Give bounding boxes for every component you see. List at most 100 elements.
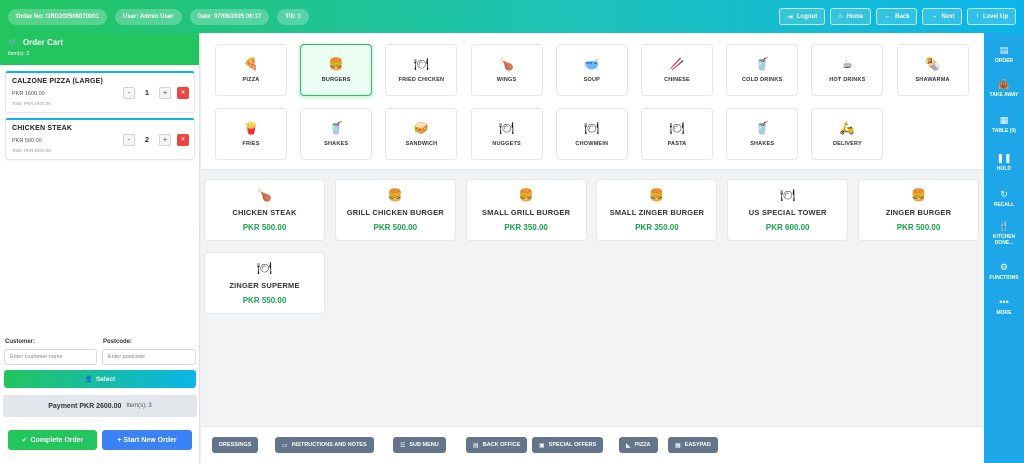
logout-button[interactable]: ⇥ Logout [779, 8, 826, 25]
dressings-button[interactable]: DRESSINGS [212, 437, 259, 453]
pizza-icon: ◣ [626, 442, 631, 449]
remove-item-button[interactable]: × [177, 134, 189, 146]
product-card[interactable]: 🍔 ZINGER BURGER PKR 500.00 [858, 179, 979, 241]
sidebar-functions-button[interactable]: ⚙ FUNCTIONS [984, 262, 1024, 281]
decrease-quantity-button[interactable]: - [123, 134, 135, 146]
product-card[interactable]: 🍽 ZINGER SUPERME PKR 550.00 [204, 252, 325, 314]
back-button[interactable]: ← Back [876, 8, 918, 25]
category-pasta[interactable]: 🍽 PASTA [641, 108, 713, 160]
product-price: PKR 500.00 [373, 223, 418, 232]
category-soup[interactable]: 🥣 SOUP [555, 44, 628, 96]
special-offers-label: SPECIAL OFFERS [548, 442, 597, 448]
instructions-and-notes-button[interactable]: ▭ INSTRUCTIONS AND NOTES [275, 437, 374, 453]
next-button[interactable]: → Next [922, 8, 963, 25]
level-up-button[interactable]: ↑ Level Up [967, 8, 1016, 25]
product-name: ZINGER SUPERME [229, 281, 300, 290]
select-customer-button[interactable]: 👤 Select [4, 370, 196, 388]
product-price: PKR 550.00 [242, 296, 287, 305]
check-circle-icon: ✔ [21, 437, 28, 444]
category-fried-chicken[interactable]: 🍽 FRIED CHICKEN [385, 44, 458, 96]
decrease-quantity-button[interactable]: - [123, 87, 135, 99]
home-label: Home [846, 13, 864, 20]
cart-item-total: Total: PKR 1600.00 [12, 101, 51, 106]
product-card[interactable]: 🍽 US SPECIAL TOWER PKR 600.00 [727, 179, 849, 241]
product-price: PKR 350.00 [635, 223, 679, 232]
product-card[interactable]: 🍗 CHICKEN STEAK PKR 500.00 [204, 179, 325, 241]
product-grid: 🍗 CHICKEN STEAK PKR 500.00 🍔 GRILL CHICKEN B… [201, 171, 984, 426]
product-price: PKR 500.00 [896, 223, 941, 232]
complete-order-label: Complete Order [30, 436, 84, 444]
sandwich-icon: 🥪 [413, 121, 429, 135]
logout-icon: ⇥ [787, 13, 793, 21]
product-card[interactable]: 🍔 SMALL ZINGER BURGER PKR 350.00 [596, 179, 718, 241]
top-bar: Order No: ORD202508070001 User: Admin Us… [0, 0, 1024, 33]
user-icon: 👤 [84, 376, 93, 383]
category-shakes[interactable]: 🥤 SHAKES [300, 108, 373, 160]
logout-label: Logout [796, 13, 818, 20]
next-label: Next [941, 13, 955, 20]
category-chinese[interactable]: 🥢 CHINESE [641, 44, 713, 96]
payment-item-count: Item(s): 3 [126, 403, 152, 409]
category-label: BURGERS [321, 77, 351, 83]
sidebar-more-button[interactable]: ••• MORE [984, 297, 1024, 316]
bottom-toolbar: DRESSINGS ▭ INSTRUCTIONS AND NOTES ☰ SUB MEN… [201, 426, 984, 463]
cart-item[interactable]: CHICKEN STEAK PKR 500.00 Total: PKR 1000… [5, 118, 195, 160]
sub-menu-button[interactable]: ☰ SUB MENU [393, 437, 446, 453]
cart-icon: 🛒 [8, 38, 18, 47]
sidebar-kitchen-done-button[interactable]: 🍴 KITCHEN DONE... [984, 221, 1024, 246]
order-cart-panel: 🛒 Order Cart Item(s): 3 CALZONE PIZZA (L… [0, 33, 200, 463]
cart-item[interactable]: CALZONE PIZZA (LARGE) PKR 1600.00 Total:… [5, 71, 195, 113]
pizza-button[interactable]: ◣ PIZZA [619, 437, 658, 453]
category-chowmein[interactable]: 🍽 CHOWMEIN [555, 108, 628, 160]
payment-summary[interactable]: Payment PKR 2600.00 Item(s): 3 [3, 395, 197, 417]
instructions-and-notes-label: INSTRUCTIONS AND NOTES [291, 442, 367, 448]
category-hot-drinks[interactable]: ☕ HOT DRINKS [811, 44, 884, 96]
plate-icon: 🍽 [498, 121, 515, 135]
special-offers-button[interactable]: ▣ SPECIAL OFFERS [532, 437, 604, 453]
burger-icon: 🍔 [649, 188, 665, 202]
product-card[interactable]: 🍔 SMALL GRILL BURGER PKR 350.00 [465, 179, 587, 241]
category-burgers[interactable]: 🍔 BURGERS [300, 44, 373, 96]
burger-icon: 🍔 [387, 188, 403, 202]
category-shawarma[interactable]: 🌯 SHAWARMA [896, 44, 969, 96]
sidebar-order-button[interactable]: ▤ ORDER [984, 45, 1024, 64]
category-nuggets[interactable]: 🍽 NUGGETS [470, 108, 543, 160]
customer-name-input[interactable]: Enter customer name [4, 349, 97, 365]
back-label: Back [895, 13, 910, 20]
burger-icon: 🍔 [518, 188, 534, 202]
category-label: SHAKES [750, 141, 775, 147]
complete-order-button[interactable]: ✔ Complete Order [8, 430, 97, 450]
quantity-value: 1 [145, 89, 149, 97]
category-delivery[interactable]: 🛵 DELIVERY [811, 108, 884, 160]
product-card[interactable]: 🍔 GRILL CHICKEN BURGER PKR 500.00 [334, 179, 456, 241]
cup-icon: 🥤 [754, 121, 770, 135]
increase-quantity-button[interactable]: + [159, 134, 171, 146]
category-cold-drinks[interactable]: 🥤 COLD DRINKS [726, 44, 799, 96]
back-office-button[interactable]: ▤ BACK OFFICE [466, 437, 528, 453]
arrow-right-icon: → [930, 13, 938, 20]
increase-quantity-button[interactable]: + [159, 87, 171, 99]
sidebar-label: KITCHEN DONE... [992, 234, 1016, 246]
remove-item-button[interactable]: × [177, 87, 189, 99]
plate-icon: 🍽 [413, 57, 429, 71]
easypad-button[interactable]: ▦ EASYPAD [668, 437, 718, 453]
bag-icon: 👜 [998, 79, 1010, 89]
sidebar-label: TABLE (0) [992, 128, 1016, 134]
burger-icon: 🍔 [328, 57, 344, 71]
sidebar-hold-button[interactable]: ❚❚ HOLD [984, 153, 1024, 172]
arrow-left-icon: ← [884, 13, 892, 20]
fries-icon: 🍟 [243, 121, 259, 135]
category-pizza[interactable]: 🍕 PIZZA [215, 44, 287, 96]
home-button[interactable]: ⌂ Home [830, 8, 872, 25]
category-shakes[interactable]: 🥤 SHAKES [726, 108, 799, 160]
start-new-order-button[interactable]: + Start New Order [102, 430, 192, 450]
category-wings[interactable]: 🍗 WINGS [470, 44, 543, 96]
sidebar-take-away-button[interactable]: 👜 TAKE AWAY [984, 79, 1024, 98]
sidebar-table-0-button[interactable]: ▦ TABLE (0) [984, 115, 1024, 134]
sidebar-label: TAKE AWAY [989, 92, 1019, 98]
category-grid: 🍕 PIZZA 🍔 BURGERS 🍽 FRIED CHICKEN 🍗 WINGS 🥣 SOUP 🥢… [201, 33, 984, 170]
category-sandwich[interactable]: 🥪 SANDWICH [385, 108, 458, 160]
postcode-input[interactable]: Enter postcode [102, 349, 196, 365]
category-fries[interactable]: 🍟 FRIES [215, 108, 287, 160]
sidebar-recall-button[interactable]: ↻ RECALL [984, 189, 1024, 208]
